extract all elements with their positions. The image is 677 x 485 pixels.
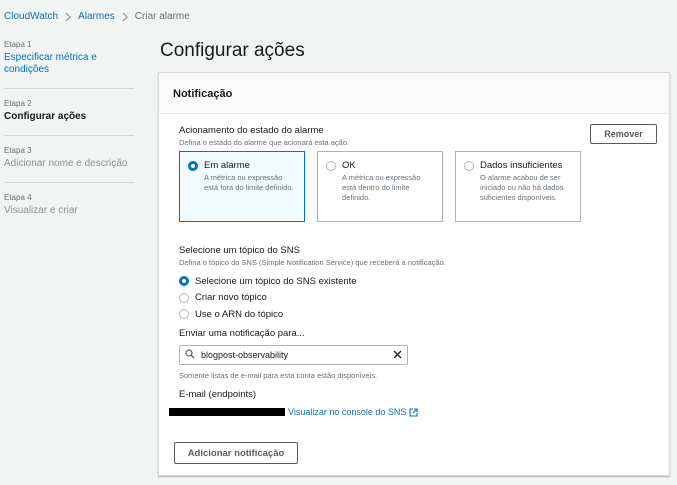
step-current: Configurar ações [4, 111, 87, 122]
alarm-state-trigger: Acionamento do estado do alarme Defina o… [179, 125, 349, 147]
step-1: Etapa 1 Especificar métrica e condições [4, 40, 134, 89]
field-label: E-mail (endpoints) [179, 389, 257, 400]
tile-dados-insuficientes[interactable]: Dados insuficientes O alarme acabou de s… [455, 151, 581, 222]
redacted-email [169, 408, 285, 416]
radio-label: Selecione um tópico do SNS existente [195, 275, 357, 287]
page-title: Configurar ações [160, 40, 305, 61]
search-value[interactable]: blogpost-observability [201, 350, 393, 360]
radio-button[interactable] [179, 276, 189, 287]
field-hint: Somente listas de e-mail para esta conta… [179, 371, 378, 380]
sns-topic-section: Selecione um tópico do SNS Defina o tópi… [179, 245, 446, 323]
clear-icon[interactable] [393, 346, 402, 364]
radio-button[interactable] [179, 292, 189, 303]
sns-radio-group: Selecione um tópico do SNS existente Cri… [179, 273, 446, 323]
tile-ok[interactable]: OK A métrica ou expressão está dentro do… [317, 151, 443, 222]
notification-panel: Notificação Acionamento do estado do ala… [158, 72, 670, 476]
radio-label: Use o ARN do tópico [195, 308, 284, 320]
step-link[interactable]: Especificar métrica e condições [4, 52, 134, 76]
add-notification-button[interactable]: Adicionar notificação [174, 442, 298, 464]
external-link-icon [409, 407, 418, 417]
field-label: Selecione um tópico do SNS [179, 245, 300, 256]
tile-title: Dados insuficientes [480, 160, 563, 171]
breadcrumb-cloudwatch[interactable]: CloudWatch [4, 11, 58, 22]
chevron-right-icon [115, 12, 135, 22]
step-label: Visualizar e criar [4, 205, 78, 216]
panel-title: Notificação [159, 73, 669, 114]
tile-em-alarme[interactable]: Em alarme A métrica ou expressão está fo… [179, 151, 305, 222]
sns-console-link[interactable]: Visualizar no console do SNS [288, 407, 418, 417]
radio-new-topic[interactable]: Criar novo tópico [179, 290, 446, 307]
radio-button[interactable] [179, 309, 189, 320]
breadcrumb: CloudWatch Alarmes Criar alarme [4, 11, 190, 22]
chevron-right-icon [58, 12, 78, 22]
email-endpoints-section: E-mail (endpoints) Visualizar no console… [169, 389, 418, 417]
radio-button[interactable] [188, 161, 198, 171]
tile-title: Em alarme [204, 160, 250, 171]
step-number: Etapa 3 [4, 146, 32, 155]
radio-button[interactable] [464, 161, 474, 171]
step-4: Etapa 4 Visualizar e criar [4, 193, 134, 229]
step-label: Adicionar nome e descrição [4, 158, 128, 169]
topic-search-input[interactable]: blogpost-observability [179, 345, 408, 365]
step-number: Etapa 4 [4, 193, 32, 202]
field-label: Enviar uma notificação para... [179, 328, 305, 339]
step-number: Etapa 1 [4, 40, 32, 49]
send-notification-section: Enviar uma notificação para... blogpost-… [179, 328, 408, 380]
step-number: Etapa 2 [4, 99, 32, 108]
alarm-state-tiles: Em alarme A métrica ou expressão está fo… [179, 151, 593, 222]
step-3: Etapa 3 Adicionar nome e descrição [4, 146, 134, 183]
step-2: Etapa 2 Configurar ações [4, 99, 134, 136]
field-description: Defina o tópico do SNS (Simple Notificat… [179, 258, 446, 267]
wizard-steps: Etapa 1 Especificar métrica e condições … [4, 40, 134, 239]
link-label: Visualizar no console do SNS [288, 407, 407, 417]
field-label: Acionamento do estado do alarme [179, 125, 324, 136]
breadcrumb-current: Criar alarme [134, 11, 190, 22]
field-description: Defina o estado do alarme que acionará e… [179, 138, 350, 147]
remove-button[interactable]: Remover [590, 124, 657, 144]
radio-topic-arn[interactable]: Use o ARN do tópico [179, 306, 446, 323]
tile-description: A métrica ou expressão está dentro do li… [342, 173, 421, 202]
radio-button[interactable] [326, 161, 336, 171]
breadcrumb-alarmes[interactable]: Alarmes [78, 11, 115, 22]
tile-description: A métrica ou expressão está fora do limi… [204, 173, 294, 192]
tile-description: O alarme acabou de ser iniciado ou não h… [480, 173, 564, 202]
radio-existing-topic[interactable]: Selecione um tópico do SNS existente [179, 273, 446, 290]
radio-label: Criar novo tópico [195, 292, 267, 304]
tile-title: OK [342, 160, 356, 171]
search-icon [185, 346, 195, 364]
